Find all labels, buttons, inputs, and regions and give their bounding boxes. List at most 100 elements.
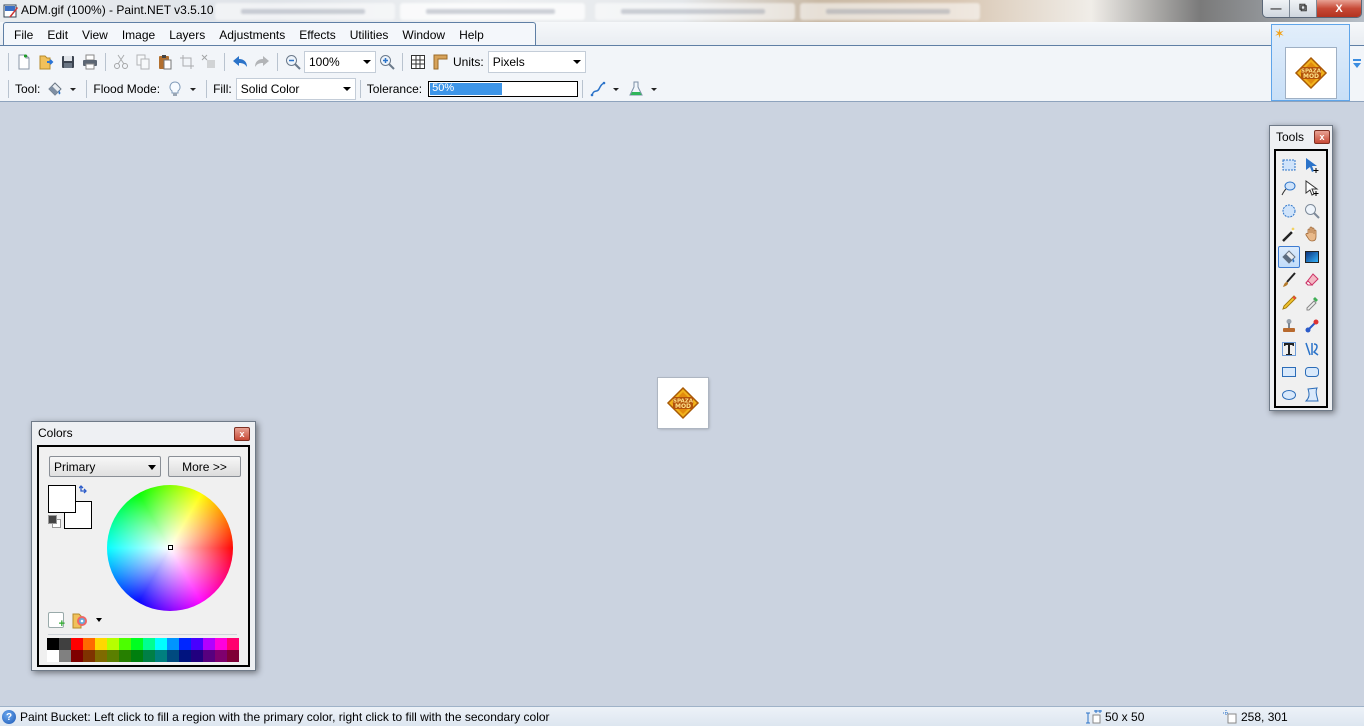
tool-rectangle-select[interactable] — [1278, 154, 1300, 176]
palette-swatch[interactable] — [167, 650, 179, 662]
menu-effects[interactable]: Effects — [297, 23, 343, 46]
palette-swatch[interactable] — [83, 638, 95, 650]
palette-swatch[interactable] — [95, 638, 107, 650]
palette-swatch[interactable] — [119, 650, 131, 662]
palette-swatch[interactable] — [191, 638, 203, 650]
tool-clone-stamp[interactable] — [1278, 315, 1300, 337]
tool-freeform-shape[interactable] — [1301, 384, 1323, 406]
add-color-to-palette-button[interactable]: + — [48, 612, 65, 630]
tool-pencil[interactable] — [1278, 292, 1300, 314]
flood-mode-button[interactable] — [164, 78, 186, 100]
palette-swatch[interactable] — [107, 638, 119, 650]
palette-swatch[interactable] — [47, 650, 59, 662]
deselect-button[interactable] — [198, 51, 220, 73]
tool-rectangle[interactable] — [1278, 361, 1300, 383]
minimize-button[interactable]: — — [1263, 0, 1290, 17]
tool-recolor[interactable] — [1301, 315, 1323, 337]
palette-swatch[interactable] — [203, 650, 215, 662]
thumbnail-scroll-down-icon[interactable] — [1352, 58, 1362, 70]
menu-utilities[interactable]: Utilities — [348, 23, 397, 46]
zoom-in-button[interactable] — [376, 51, 398, 73]
grid-toggle-button[interactable] — [407, 51, 429, 73]
menu-help[interactable]: Help — [457, 23, 492, 46]
blend-mode-button[interactable] — [625, 78, 647, 100]
tool-paint-bucket[interactable] — [1278, 246, 1300, 268]
crop-to-selection-button[interactable] — [176, 51, 198, 73]
chevron-down-icon[interactable] — [651, 87, 658, 91]
primary-color-swatch[interactable] — [48, 485, 76, 513]
palette-swatch[interactable] — [107, 650, 119, 662]
palette-swatch[interactable] — [143, 638, 155, 650]
palette-swatch[interactable] — [155, 638, 167, 650]
menu-edit[interactable]: Edit — [45, 23, 76, 46]
redo-button[interactable] — [251, 51, 273, 73]
tool-pan[interactable] — [1301, 223, 1323, 245]
menu-layers[interactable]: Layers — [167, 23, 213, 46]
palette-swatch[interactable] — [71, 638, 83, 650]
zoom-out-button[interactable] — [282, 51, 304, 73]
close-button[interactable]: X — [1317, 0, 1361, 17]
menu-adjustments[interactable]: Adjustments — [217, 23, 293, 46]
tool-zoom[interactable] — [1301, 200, 1323, 222]
tool-lasso-select[interactable] — [1278, 177, 1300, 199]
menu-image[interactable]: Image — [120, 23, 163, 46]
save-button[interactable] — [57, 51, 79, 73]
palette-swatch[interactable] — [215, 650, 227, 662]
palette-swatch[interactable] — [59, 650, 71, 662]
paste-button[interactable] — [154, 51, 176, 73]
tool-text[interactable] — [1278, 338, 1300, 360]
more-colors-button[interactable]: More >> — [168, 456, 241, 477]
tools-window-close-button[interactable]: x — [1314, 130, 1330, 144]
chevron-down-icon[interactable] — [613, 87, 620, 91]
antialiasing-button[interactable] — [587, 78, 609, 100]
tool-line-curve[interactable] — [1301, 338, 1323, 360]
palette-swatch[interactable] — [191, 650, 203, 662]
palette-swatch[interactable] — [131, 638, 143, 650]
reset-colors-icon[interactable] — [48, 515, 62, 529]
chevron-down-icon[interactable] — [190, 87, 197, 91]
tool-move-selection[interactable] — [1301, 177, 1323, 199]
palette-swatch[interactable] — [83, 650, 95, 662]
restore-button[interactable]: ⧉ — [1290, 0, 1317, 17]
palette-swatch[interactable] — [227, 650, 239, 662]
palette-swatch[interactable] — [119, 638, 131, 650]
tool-magic-wand[interactable] — [1278, 223, 1300, 245]
swap-colors-icon[interactable] — [79, 485, 89, 495]
image-tab[interactable]: ✶ SPAZA MOD — [1271, 24, 1350, 101]
cut-button[interactable] — [110, 51, 132, 73]
color-mode-select[interactable]: Primary — [49, 456, 161, 477]
new-image-button[interactable] — [13, 51, 35, 73]
palette-swatch[interactable] — [167, 638, 179, 650]
chevron-down-icon[interactable] — [70, 87, 77, 91]
menu-window[interactable]: Window — [400, 23, 453, 46]
units-combo[interactable]: Pixels — [487, 51, 586, 73]
palette-chevron-down-icon[interactable] — [96, 618, 102, 622]
open-button[interactable] — [35, 51, 57, 73]
menu-file[interactable]: File — [12, 23, 41, 46]
palette-swatch[interactable] — [71, 650, 83, 662]
tool-ellipse-select[interactable] — [1278, 200, 1300, 222]
palette-menu-icon[interactable] — [71, 611, 89, 629]
palette-swatch[interactable] — [47, 638, 59, 650]
color-wheel-marker[interactable] — [168, 545, 173, 550]
palette-swatch[interactable] — [179, 650, 191, 662]
fill-combo[interactable]: Solid Color — [235, 78, 356, 100]
palette-swatch[interactable] — [143, 650, 155, 662]
image-canvas[interactable]: SPAZA MOD — [658, 378, 708, 428]
tool-rounded-rectangle[interactable] — [1301, 361, 1323, 383]
print-button[interactable] — [79, 51, 101, 73]
undo-button[interactable] — [229, 51, 251, 73]
palette-swatch[interactable] — [179, 638, 191, 650]
palette-swatch[interactable] — [95, 650, 107, 662]
tool-color-picker[interactable] — [1301, 292, 1323, 314]
tool-paintbrush[interactable] — [1278, 269, 1300, 291]
menu-view[interactable]: View — [80, 23, 116, 46]
tolerance-slider[interactable]: 50% — [428, 81, 579, 97]
palette-swatch[interactable] — [227, 638, 239, 650]
copy-button[interactable] — [132, 51, 154, 73]
palette-swatch[interactable] — [215, 638, 227, 650]
tool-eraser[interactable] — [1301, 269, 1323, 291]
image-thumbnail[interactable]: SPAZA MOD — [1285, 47, 1337, 99]
palette-swatch[interactable] — [131, 650, 143, 662]
tool-gradient[interactable] — [1301, 246, 1323, 268]
